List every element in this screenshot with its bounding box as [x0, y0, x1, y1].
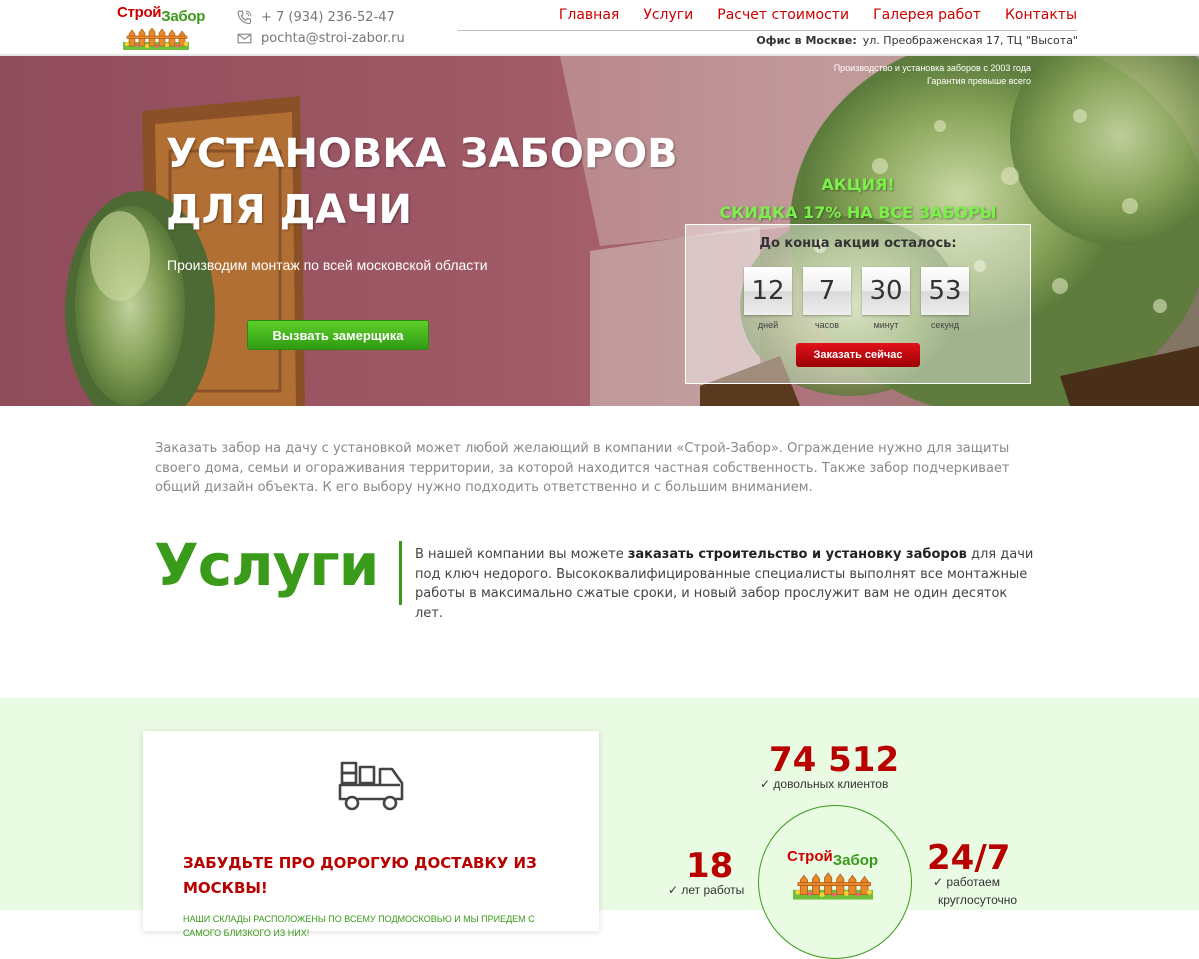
- logo-circle: СтройЗабор: [758, 805, 912, 959]
- delivery-card: ЗАБУДЬТЕ ПРО ДОРОГУЮ ДОСТАВКУ ИЗ МОСКВЫ!…: [143, 731, 599, 938]
- office-label: Офис в Москве:: [756, 34, 857, 47]
- email-row[interactable]: pochta@stroi-zabor.ru: [236, 28, 405, 49]
- timer-minutes-unit: минут: [873, 320, 899, 330]
- timer-days: 12 дней: [744, 267, 792, 330]
- site-header: СтройЗабор + 7 (934) 236-52-47 pochta@st…: [0, 0, 1199, 56]
- tagline-since: Производство и установка заборов с 2003 …: [833, 63, 1031, 73]
- timer-seconds: 53 секунд: [921, 267, 969, 330]
- tagline-guarantee: Гарантия превыше всего: [926, 76, 1031, 86]
- phone-icon: [237, 10, 252, 25]
- truck-icon: [338, 761, 404, 811]
- fence-logo-icon: [123, 27, 189, 50]
- circle-logo: СтройЗабор: [783, 848, 883, 908]
- logo[interactable]: СтройЗабор: [117, 4, 206, 50]
- phone-row[interactable]: + 7 (934) 236-52-47: [236, 7, 405, 28]
- years-label: ✓ лет работы: [668, 883, 745, 897]
- timer-hours-value: 7: [803, 267, 851, 315]
- hero-banner: Производство и установка заборов с 2003 …: [0, 56, 1199, 406]
- main-nav: Главная Услуги Расчет стоимости Галерея …: [458, 7, 1077, 31]
- services-text-bold: заказать строительство и установку забор…: [627, 547, 967, 562]
- services-text-before: В нашей компании вы можете: [415, 547, 628, 562]
- timer-days-value: 12: [744, 267, 792, 315]
- timer-seconds-unit: секунд: [930, 320, 960, 330]
- hours-label-2: круглосуточно: [938, 893, 1018, 907]
- hours-label-1: ✓ работаем: [933, 875, 1000, 889]
- nav-item-services[interactable]: Услуги: [643, 7, 693, 30]
- hero-subtitle: Производим монтаж по всей московской обл…: [167, 257, 488, 273]
- nav-item-gallery[interactable]: Галерея работ: [873, 7, 981, 30]
- clients-count: 74 512: [769, 740, 900, 780]
- contacts: + 7 (934) 236-52-47 pochta@stroi-zabor.r…: [236, 7, 405, 49]
- intro-paragraph: Заказать забор на дачу с установкой може…: [155, 441, 1010, 495]
- services-description: В нашей компании вы можете заказать стро…: [415, 545, 1035, 623]
- office-address: Офис в Москве: ул. Преображенская 17, ТЦ …: [756, 34, 1078, 47]
- timer-hours: 7 часов: [803, 267, 851, 330]
- call-measurer-button[interactable]: Вызвать замерщика: [247, 320, 429, 350]
- delivery-text: НАШИ СКЛАДЫ РАСПОЛОЖЕНЫ ПО ВСЕМУ ПОДМОСК…: [183, 914, 535, 938]
- phone-number: + 7 (934) 236-52-47: [261, 10, 395, 25]
- timer-minutes: 30 минут: [862, 267, 910, 330]
- mail-icon: [237, 33, 252, 44]
- circle-logo-text-green: Забор: [832, 852, 879, 869]
- hours-value: 24/7: [927, 838, 1011, 878]
- services-title: Услуги: [154, 531, 379, 599]
- nav-item-contacts[interactable]: Контакты: [1005, 7, 1077, 30]
- nav-item-pricing[interactable]: Расчет стоимости: [717, 7, 849, 30]
- timer-seconds-value: 53: [921, 267, 969, 315]
- promo-line2: СКИДКА 17% НА ВСЕ ЗАБОРЫ: [719, 203, 997, 222]
- clients-label: ✓ довольных клиентов: [760, 777, 889, 791]
- nav-item-home[interactable]: Главная: [559, 7, 619, 30]
- years-count: 18: [686, 846, 734, 886]
- hero-tagline: Производство и установка заборов с 2003 …: [834, 62, 1031, 88]
- office-address-text: ул. Преображенская 17, ТЦ "Высота": [862, 34, 1078, 47]
- promo-line1: АКЦИЯ!: [821, 175, 895, 194]
- logo-text-green: Забор: [161, 8, 206, 25]
- order-now-button[interactable]: Заказать сейчас: [796, 343, 920, 367]
- logo-text-red: Строй: [117, 4, 162, 21]
- advantages-section: ЗАБУДЬТЕ ПРО ДОРОГУЮ ДОСТАВКУ ИЗ МОСКВЫ!…: [0, 698, 1199, 959]
- timer-minutes-value: 30: [862, 267, 910, 315]
- hero-title-line1: УСТАНОВКА ЗАБОРОВ: [166, 131, 678, 177]
- countdown-timer: До конца акции осталось: 12 дней 7 часов…: [685, 224, 1031, 384]
- delivery-title: ЗАБУДЬТЕ ПРО ДОРОГУЮ ДОСТАВКУ ИЗ МОСКВЫ!: [183, 854, 537, 897]
- timer-cells: 12 дней 7 часов 30 минут 53 секунд: [744, 267, 969, 330]
- hero-title-line2: ДЛЯ ДАЧИ: [166, 187, 412, 233]
- fence-logo-icon: [793, 872, 873, 900]
- circle-logo-text-red: Строй: [787, 848, 833, 865]
- email-address: pochta@stroi-zabor.ru: [261, 31, 405, 46]
- timer-label: До конца акции осталось:: [759, 236, 957, 251]
- services-divider: [399, 541, 402, 605]
- timer-days-unit: дней: [757, 320, 779, 330]
- timer-hours-unit: часов: [814, 320, 840, 330]
- promo-title: АКЦИЯ! СКИДКА 17% НА ВСЕ ЗАБОРЫ: [700, 171, 1016, 227]
- hero-title: УСТАНОВКА ЗАБОРОВ ДЛЯ ДАЧИ: [166, 126, 686, 238]
